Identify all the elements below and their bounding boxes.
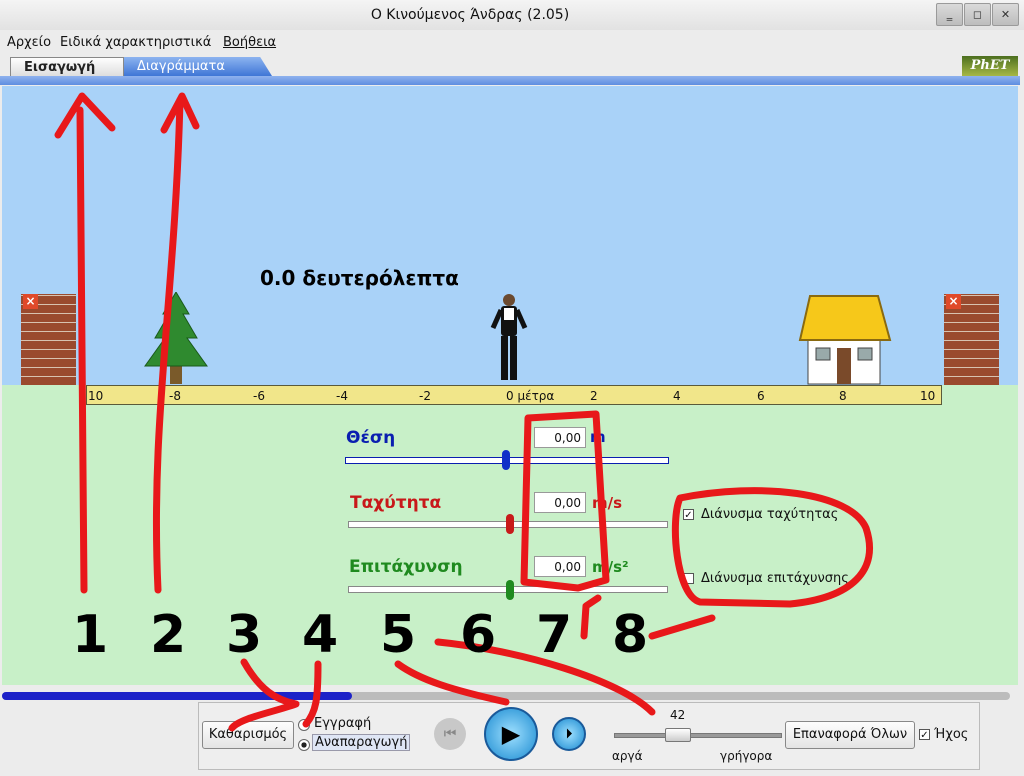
annotation-3: 3	[226, 605, 262, 665]
annotation-6: 6	[460, 605, 496, 665]
annotation-4: 4	[302, 605, 338, 665]
arrow-2-shaft	[152, 96, 184, 594]
arrow-7	[580, 594, 602, 640]
annotation-8: 8	[612, 605, 648, 665]
annotation-7: 7	[536, 605, 572, 665]
arrow-3	[228, 658, 300, 732]
annotation-1: 1	[72, 605, 108, 665]
checkboxes-outline	[671, 487, 874, 608]
annotation-overlay: 1 2 3 4 5 6 7 8	[54, 92, 874, 732]
arrow-1-head	[54, 92, 116, 139]
annotation-5: 5	[380, 605, 416, 665]
annotation-2: 2	[150, 605, 186, 665]
fields-outline	[520, 410, 610, 592]
arrow-4	[302, 660, 322, 728]
arrow-5	[394, 660, 510, 706]
arrow-1-shaft	[76, 106, 88, 594]
arrow-8	[648, 614, 716, 640]
